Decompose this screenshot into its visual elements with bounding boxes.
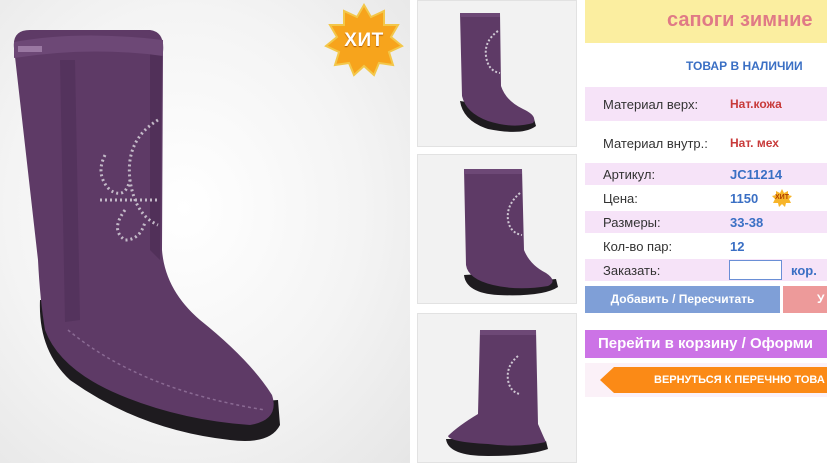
product-title-bar: сапоги зимние <box>585 0 827 43</box>
thumbnail-1[interactable] <box>417 0 577 147</box>
thumbnail-2[interactable] <box>417 154 577 304</box>
spec-label: Цена: <box>603 191 638 206</box>
spec-label: Артикул: <box>603 167 656 182</box>
spec-value: 33-38 <box>730 215 764 230</box>
spec-row-material-inner: Материал внутр.: Нат. мех <box>585 126 827 160</box>
spec-row-sizes: Размеры: 33-38 <box>585 211 827 233</box>
boot-thumbnail-icon <box>446 330 548 456</box>
add-recalculate-button[interactable]: Добавить / Пересчитать <box>585 286 780 313</box>
stock-status: ТОВАР В НАЛИЧИИ <box>686 59 803 73</box>
price-hit-label: ХИТ <box>775 194 789 201</box>
delete-button[interactable]: У <box>783 286 827 313</box>
spec-row-article: Артикул: JC11214 <box>585 163 827 185</box>
spec-label: Материал внутр.: <box>603 136 708 151</box>
spec-row-order: Заказать: кор. <box>585 259 827 281</box>
boot-thumbnail-icon <box>464 169 558 296</box>
spec-row-material-top: Материал верх: Нат.кожа <box>585 87 827 121</box>
product-info-panel: сапоги зимние ТОВАР В НАЛИЧИИ Материал в… <box>585 0 827 463</box>
boot-thumbnail-icon <box>460 13 536 132</box>
back-to-list-button[interactable]: ВЕРНУТЬСЯ К ПЕРЕЧНЮ ТОВА <box>600 367 827 393</box>
hit-badge-label: ХИТ <box>344 30 384 51</box>
hit-badge: ХИТ <box>324 3 404 77</box>
spec-value: 12 <box>730 239 745 254</box>
order-quantity-input[interactable] <box>729 260 782 280</box>
spec-label: Материал верх: <box>603 97 699 112</box>
spec-value: JC11214 <box>730 167 783 182</box>
main-product-image: ХИТ <box>0 0 410 463</box>
thumbnail-3[interactable] <box>417 313 577 463</box>
go-to-cart-button[interactable]: Перейти в корзину / Оформи <box>585 330 827 358</box>
spec-value: Нат.кожа <box>730 97 782 111</box>
back-button-area: ВЕРНУТЬСЯ К ПЕРЕЧНЮ ТОВА <box>585 363 827 397</box>
spec-label: Кол-во пар: <box>603 239 673 254</box>
order-unit: кор. <box>791 263 817 278</box>
product-title: сапоги зимние <box>667 9 813 31</box>
spec-label: Заказать: <box>603 263 661 278</box>
price-hit-badge: ХИТ <box>772 189 792 207</box>
spec-row-pairs: Кол-во пар: 12 <box>585 235 827 257</box>
price-value: 1150 <box>730 191 759 206</box>
spec-label: Размеры: <box>603 215 661 230</box>
spec-value: Нат. мех <box>730 136 779 150</box>
spec-row-price: Цена: 1150 ХИТ <box>585 187 827 209</box>
